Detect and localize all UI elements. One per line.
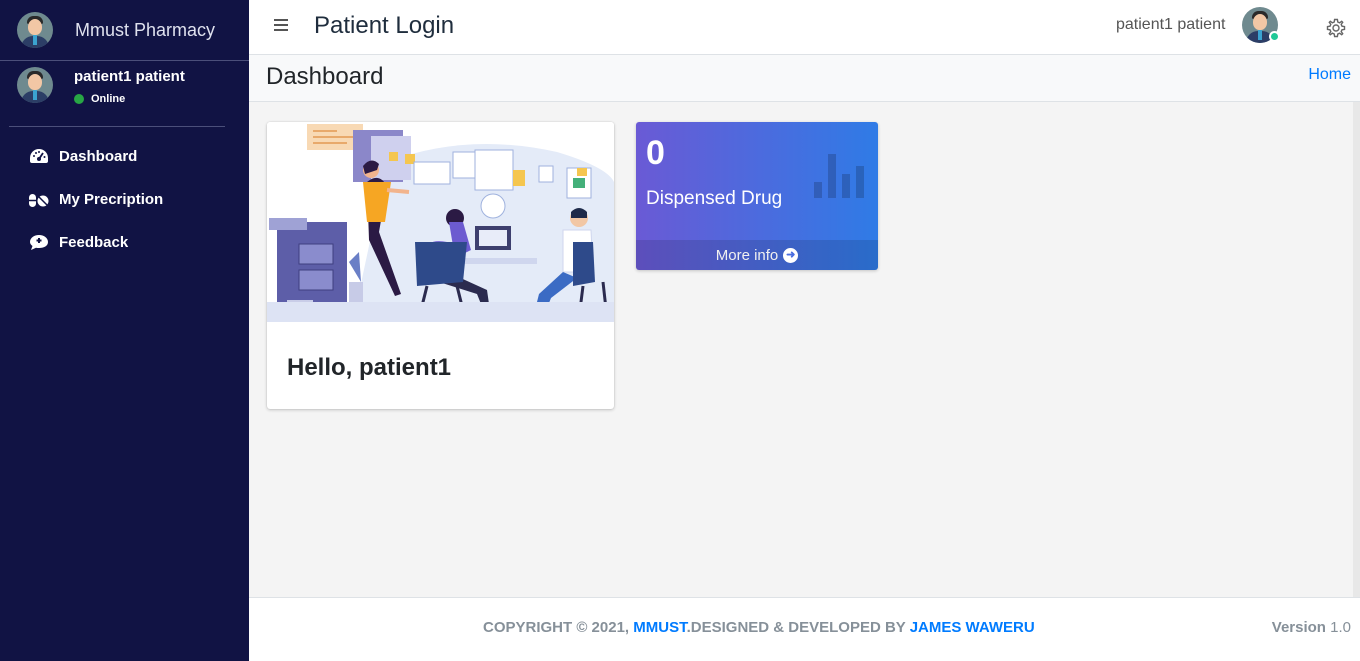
brand-link[interactable]: Mmust Pharmacy: [0, 0, 249, 61]
user-status: Online: [74, 93, 185, 105]
more-info-link[interactable]: More info ➜: [636, 240, 878, 270]
version-label: Version: [1271, 619, 1326, 636]
content-scrollbar[interactable]: [1353, 102, 1360, 597]
user-panel: patient1 patient Online: [0, 61, 249, 126]
sidebar-item-feedback[interactable]: Feedback: [0, 221, 249, 264]
brand-logo: [17, 12, 53, 48]
user-name[interactable]: patient1 patient: [74, 68, 185, 85]
sidebar-item-my-precription[interactable]: My Precription: [0, 178, 249, 221]
menu-toggle-icon[interactable]: [274, 19, 288, 31]
sidebar-item-label: Dashboard: [59, 148, 138, 165]
welcome-card: Hello, patient1: [267, 122, 614, 409]
sidebar-item-label: My Precription: [59, 191, 164, 208]
main-content: Hello, patient1 0 Dispensed Drug More in…: [249, 102, 1353, 597]
stat-value: 0: [646, 134, 665, 172]
status-label: Online: [91, 93, 126, 105]
bar-chart-icon: [814, 154, 864, 198]
sidebar-item-dashboard[interactable]: Dashboard: [0, 135, 249, 178]
user-avatar[interactable]: [17, 67, 53, 103]
sidebar-nav: Dashboard My Precription Feedback: [0, 135, 249, 264]
page-title: Patient Login: [314, 12, 455, 39]
copyright-text: COPYRIGHT © 2021, MMUST.DESIGNED & DEVEL…: [483, 619, 1035, 636]
gear-icon[interactable]: [1326, 18, 1346, 38]
pills-icon: [28, 191, 49, 209]
version-info: Version 1.0: [1272, 619, 1351, 636]
tachometer-icon: [28, 148, 49, 166]
comment-icon: [28, 234, 49, 252]
brand-text: Mmust Pharmacy: [75, 19, 216, 40]
office-illustration: [267, 122, 614, 322]
copyright-middle: .DESIGNED & DEVELOPED BY: [686, 619, 910, 636]
top-user-name[interactable]: patient1 patient: [1116, 16, 1225, 34]
main-footer: COPYRIGHT © 2021, MMUST.DESIGNED & DEVEL…: [249, 597, 1360, 661]
top-navbar: Patient Login patient1 patient: [249, 0, 1360, 55]
arrow-circle-right-icon: ➜: [783, 247, 799, 263]
online-indicator-icon: [1269, 31, 1280, 42]
sidebar-item-label: Feedback: [59, 234, 129, 251]
copyright-prefix: COPYRIGHT © 2021,: [483, 619, 634, 636]
org-link[interactable]: MMUST: [633, 619, 686, 636]
stat-label: Dispensed Drug: [646, 188, 783, 209]
more-info-label: More info: [715, 246, 779, 264]
dispensed-drug-box: 0 Dispensed Drug More info ➜: [636, 122, 878, 270]
section-title: Dashboard: [266, 63, 384, 90]
version-value: 1.0: [1330, 619, 1351, 636]
sidebar-divider: [9, 126, 225, 127]
main-sidebar: Mmust Pharmacy patient1 patient Online D…: [0, 0, 249, 661]
greeting-text: Hello, patient1: [287, 354, 452, 381]
breadcrumb-home[interactable]: Home: [1308, 66, 1351, 84]
author-link[interactable]: JAMES WAWERU: [910, 619, 1035, 636]
content-header: Dashboard Home: [249, 55, 1360, 102]
online-dot-icon: [74, 94, 84, 104]
